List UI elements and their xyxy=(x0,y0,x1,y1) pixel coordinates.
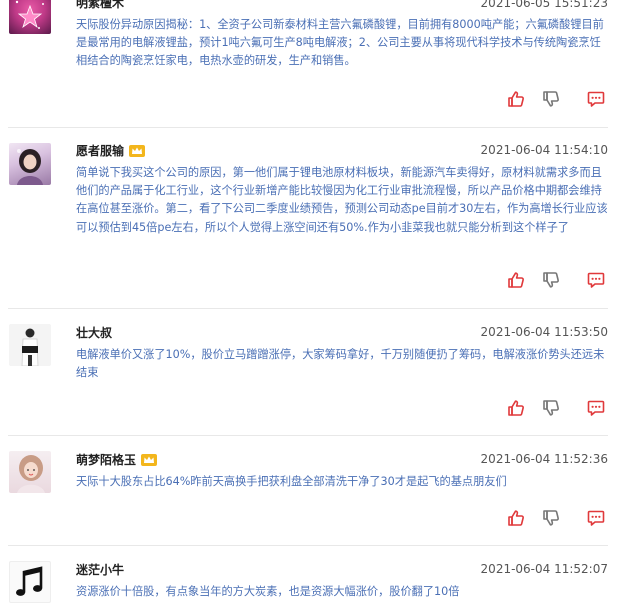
comment-text: 电解液单价又涨了10%，股价立马蹭蹭涨停，大家筹码拿好，千万别随便扔了筹码，电解… xyxy=(76,348,605,380)
comment-bubble-icon[interactable] xyxy=(587,90,605,108)
music-note-icon xyxy=(16,566,43,596)
thumbs-down-icon[interactable] xyxy=(542,90,560,108)
thumbs-down-icon[interactable] xyxy=(542,271,560,289)
author-name-text[interactable]: 萌梦陌格玉 xyxy=(76,451,136,468)
thumbs-down-icon[interactable] xyxy=(542,399,560,417)
thumbs-up-icon[interactable] xyxy=(507,271,525,289)
comment-bubble-icon[interactable] xyxy=(587,509,605,527)
comment-time: 2021-06-05 15:51:23 xyxy=(480,0,608,10)
comment-actions xyxy=(507,271,607,289)
author-name-text[interactable]: 壮大叔 xyxy=(76,324,112,341)
star-avatar-image xyxy=(15,0,44,29)
author-name[interactable]: 萌梦陌格玉 xyxy=(76,451,157,468)
author-name[interactable]: 壮大叔 xyxy=(76,324,112,341)
comment-bubble-icon[interactable] xyxy=(587,271,605,289)
divider xyxy=(8,545,608,546)
crown-icon xyxy=(129,145,145,157)
comment-time: 2021-06-04 11:52:07 xyxy=(480,562,608,576)
comment-text: 天际十大股东占比64%昨前天高换手把获利盘全部清洗干净了30才是起飞的基点朋友们 xyxy=(76,475,507,488)
comment-time: 2021-06-04 11:53:50 xyxy=(480,325,608,339)
thumbs-up-icon[interactable] xyxy=(507,509,525,527)
author-name-text[interactable]: 明紫檀木 xyxy=(76,0,124,11)
avatar[interactable] xyxy=(9,0,51,34)
thumbs-up-icon[interactable] xyxy=(507,90,525,108)
author-name-text[interactable]: 迷茫小牛 xyxy=(76,561,124,578)
thumbs-down-icon[interactable] xyxy=(542,509,560,527)
comment-text: 资源涨价十倍股，有点象当年的方大炭素，也是资源大幅涨价，股价翻了10倍 xyxy=(76,585,460,598)
avatar[interactable] xyxy=(9,561,51,603)
girl-avatar-image xyxy=(17,455,45,493)
person-avatar-image xyxy=(21,328,39,366)
author-name[interactable]: 明紫檀木 xyxy=(76,0,124,11)
comment-actions xyxy=(507,509,607,527)
crown-icon xyxy=(141,454,157,466)
comment-time: 2021-06-04 11:52:36 xyxy=(480,452,608,466)
comment-actions xyxy=(507,399,607,417)
comment-time: 2021-06-04 11:54:10 xyxy=(480,143,608,157)
avatar[interactable] xyxy=(9,451,51,493)
comment-actions xyxy=(507,90,607,108)
comment-text: 天际股份异动原因揭秘：1、全资子公司新泰材料主营六氟磷酸锂，目前拥有8000吨产… xyxy=(76,18,604,68)
comment-text: 简单说下我买这个公司的原因，第一他们属于锂电池原材料板块，新能源汽车卖得好，原材… xyxy=(76,166,608,234)
avatar[interactable] xyxy=(9,324,51,366)
comment-bubble-icon[interactable] xyxy=(587,399,605,417)
thumbs-up-icon[interactable] xyxy=(507,399,525,417)
avatar[interactable] xyxy=(9,143,51,185)
author-name[interactable]: 愿者服输 xyxy=(76,142,145,159)
divider xyxy=(8,308,608,309)
divider xyxy=(8,127,608,128)
author-name-text[interactable]: 愿者服输 xyxy=(76,142,124,159)
author-name[interactable]: 迷茫小牛 xyxy=(76,561,124,578)
girl-avatar-image xyxy=(17,149,43,185)
divider xyxy=(8,435,608,436)
